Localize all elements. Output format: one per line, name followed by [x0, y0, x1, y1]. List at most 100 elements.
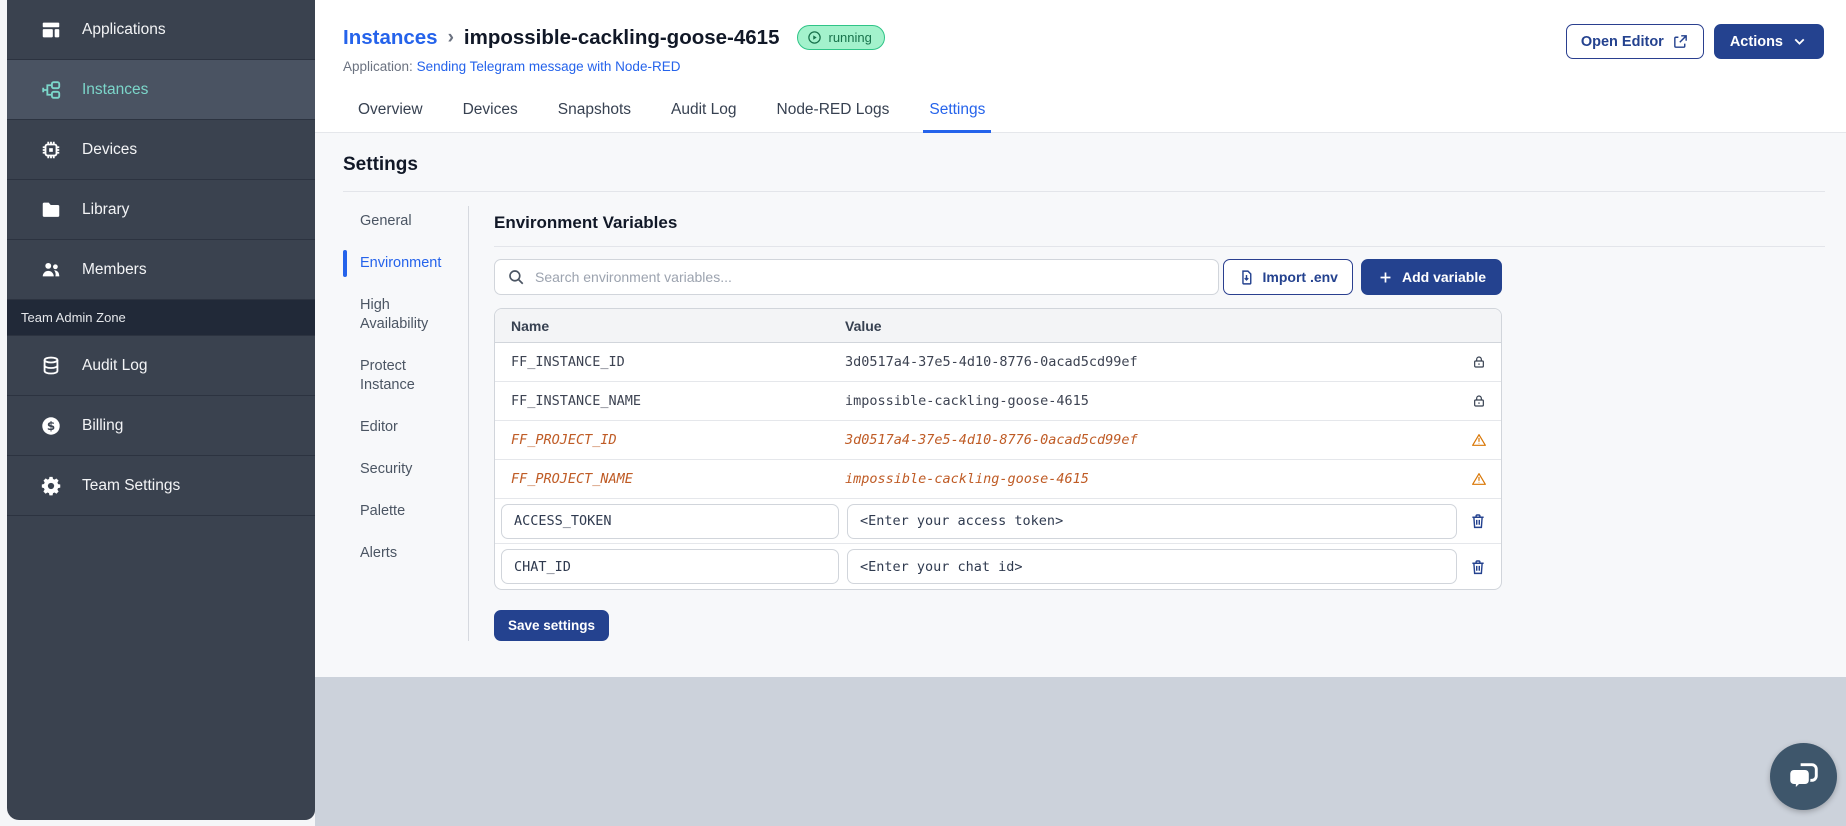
sidebar-item-instances[interactable]: Instances: [7, 60, 315, 120]
status-badge-label: running: [828, 30, 872, 45]
breadcrumb: Instances › impossible-cackling-goose-46…: [343, 24, 1825, 59]
actions-label: Actions: [1729, 33, 1783, 50]
settings-nav-environment[interactable]: Environment: [343, 250, 455, 277]
settings-body: General Environment High Availability Prote…: [343, 206, 1825, 641]
tab-devices[interactable]: Devices: [457, 93, 524, 133]
devices-icon: [40, 139, 64, 161]
svg-text:$: $: [47, 419, 55, 433]
main-panel: Instances › impossible-cackling-goose-46…: [315, 0, 1846, 826]
save-settings-button[interactable]: Save settings: [494, 610, 610, 641]
sidebar-nav: Applications Instances Devices Library Membe…: [7, 0, 315, 516]
search-input[interactable]: [535, 269, 1206, 285]
sidebar-item-library[interactable]: Library: [7, 180, 315, 240]
env-var-value: impossible-cackling-goose-4615: [845, 471, 1089, 487]
trash-icon[interactable]: [1469, 558, 1487, 576]
settings-nav-protect-instance[interactable]: Protect Instance: [343, 357, 455, 395]
env-var-name: FF_PROJECT_ID: [511, 432, 617, 448]
tabs: Overview Devices Snapshots Audit Log Node-RE…: [352, 93, 1846, 133]
search-icon: [507, 268, 525, 286]
application-line: Application: Sending Telegram message wi…: [343, 59, 1825, 74]
settings-page: Settings General Environment High Availabi…: [315, 133, 1846, 677]
billing-icon: $: [40, 415, 64, 437]
plus-icon: [1377, 269, 1394, 286]
settings-nav-palette[interactable]: Palette: [343, 502, 455, 521]
application-link[interactable]: Sending Telegram message with Node-RED: [417, 59, 681, 74]
environment-variables-table: Name Value FF_INSTANCE_ID 3d0517a4-37e5-4…: [494, 308, 1502, 590]
sidebar-item-members[interactable]: Members: [7, 240, 315, 300]
instances-icon: [40, 79, 64, 101]
column-header-value: Value: [845, 317, 882, 334]
chat-widget-button[interactable]: [1770, 743, 1837, 810]
env-var-row: FF_INSTANCE_NAME impossible-cackling-goos…: [495, 382, 1501, 421]
env-var-name: FF_INSTANCE_ID: [511, 354, 625, 370]
page-footer-area: [315, 677, 1846, 826]
sidebar-item-billing[interactable]: $ Billing: [7, 396, 315, 456]
application-label: Application:: [343, 59, 413, 74]
env-var-row: [495, 499, 1501, 544]
breadcrumb-separator: ›: [447, 26, 454, 48]
env-var-row: FF_PROJECT_ID 3d0517a4-37e5-4d10-8776-0ac…: [495, 421, 1501, 460]
settings-nav-alerts[interactable]: Alerts: [343, 544, 455, 563]
env-name-input[interactable]: [501, 549, 839, 584]
env-name-input[interactable]: [501, 503, 839, 539]
env-var-row: FF_PROJECT_NAME impossible-cackling-goose…: [495, 460, 1501, 499]
sidebar-item-label: Instances: [82, 80, 149, 98]
status-badge: running: [797, 25, 885, 50]
environment-variables-title: Environment Variables: [494, 213, 1825, 247]
header-actions: Open Editor Actions: [1565, 24, 1824, 59]
sidebar-item-team-settings[interactable]: Team Settings: [7, 456, 315, 516]
env-var-name: FF_PROJECT_NAME: [511, 471, 633, 487]
tab-bar: Overview Devices Snapshots Audit Log Node-RE…: [315, 93, 1846, 133]
lock-icon: [1471, 354, 1487, 370]
sidebar-section-label: Team Admin Zone: [7, 300, 315, 336]
env-value-input[interactable]: [847, 549, 1457, 584]
open-editor-button[interactable]: Open Editor: [1565, 24, 1704, 59]
sidebar-item-label: Library: [82, 200, 130, 218]
sidebar-item-audit-log[interactable]: Audit Log: [7, 336, 315, 396]
environment-toolbar: Import .env Add variable: [494, 259, 1502, 295]
instance-header: Instances › impossible-cackling-goose-46…: [315, 0, 1846, 133]
members-icon: [40, 259, 64, 281]
add-variable-button[interactable]: Add variable: [1360, 259, 1502, 295]
external-link-icon: [1672, 33, 1689, 50]
warning-icon: [1471, 471, 1487, 487]
warning-icon: [1471, 432, 1487, 448]
environment-section: Environment Variables Import .env Ad: [494, 206, 1825, 641]
tab-snapshots[interactable]: Snapshots: [552, 93, 637, 133]
tab-node-red-logs[interactable]: Node-RED Logs: [771, 93, 896, 133]
import-env-button[interactable]: Import .env: [1222, 259, 1353, 295]
trash-icon[interactable]: [1469, 512, 1487, 530]
add-variable-label: Add variable: [1401, 269, 1486, 285]
column-header-name: Name: [511, 317, 550, 334]
settings-nav-high-availability[interactable]: High Availability: [343, 296, 455, 334]
settings-nav-divider: [468, 206, 469, 641]
sidebar-item-label: Applications: [82, 20, 166, 38]
running-play-icon: [807, 30, 822, 45]
table-header-row: Name Value: [495, 309, 1501, 343]
actions-button[interactable]: Actions: [1713, 24, 1824, 59]
sidebar-item-label: Devices: [82, 140, 138, 158]
tab-overview[interactable]: Overview: [352, 93, 429, 133]
sidebar-item-applications[interactable]: Applications: [7, 0, 315, 60]
audit-log-icon: [40, 355, 64, 377]
env-value-input[interactable]: [847, 503, 1457, 539]
import-file-icon: [1238, 269, 1255, 286]
search-box: [494, 259, 1219, 295]
settings-nav: General Environment High Availability Prote…: [343, 206, 468, 641]
settings-nav-security[interactable]: Security: [343, 460, 455, 479]
sidebar-item-label: Team Settings: [82, 476, 181, 494]
open-editor-label: Open Editor: [1580, 33, 1664, 50]
breadcrumb-instances-link[interactable]: Instances: [343, 26, 438, 50]
tab-settings[interactable]: Settings: [923, 93, 992, 133]
sidebar-item-label: Billing: [82, 416, 124, 434]
settings-nav-editor[interactable]: Editor: [343, 418, 455, 437]
sidebar-item-label: Members: [82, 260, 147, 278]
sidebar-item-devices[interactable]: Devices: [7, 120, 315, 180]
env-var-value: impossible-cackling-goose-4615: [845, 393, 1089, 409]
settings-nav-general[interactable]: General: [343, 212, 455, 231]
tab-audit-log[interactable]: Audit Log: [665, 93, 743, 133]
env-var-row: [495, 544, 1501, 589]
team-settings-icon: [40, 475, 64, 497]
app-root: Applications Instances Devices Library Membe…: [0, 0, 1846, 826]
chevron-down-icon: [1791, 33, 1808, 50]
